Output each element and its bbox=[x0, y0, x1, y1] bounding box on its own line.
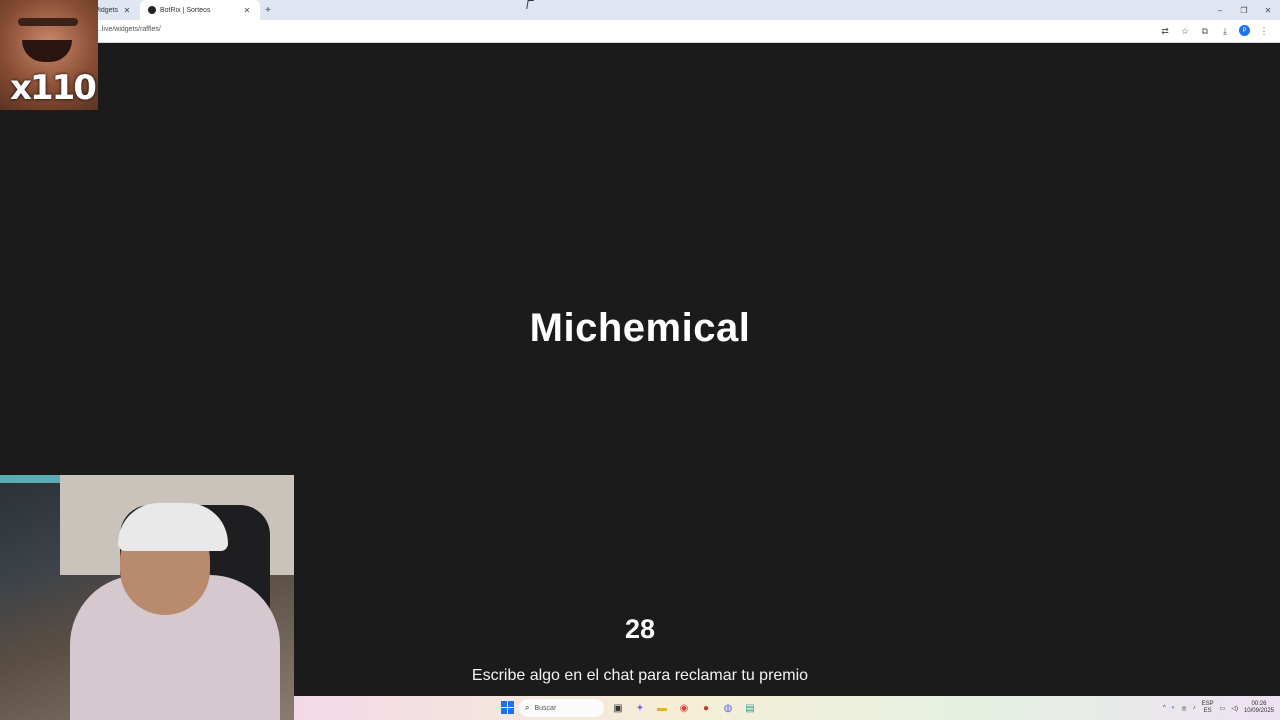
profile-icon[interactable]: P bbox=[1239, 25, 1250, 36]
copilot-icon[interactable]: ✦ bbox=[631, 699, 649, 717]
language-indicator[interactable]: ESP ES bbox=[1202, 701, 1214, 715]
app-icon[interactable]: ● bbox=[697, 699, 715, 717]
minimize-button[interactable]: – bbox=[1208, 0, 1232, 20]
discord-icon[interactable]: ◍ bbox=[719, 699, 737, 717]
screen: Widgets ✕ BotRix | Sorteos ✕ + – ❐ ✕ ...… bbox=[0, 0, 1280, 720]
url-field[interactable]: ...live/widgets/raffles/ bbox=[96, 26, 161, 33]
streamer-cap bbox=[118, 503, 228, 551]
search-icon: ⌕ bbox=[525, 703, 530, 712]
download-icon[interactable]: ⤓ bbox=[1217, 23, 1233, 39]
windows-taskbar: ⌕ Buscar ▣ ✦ ▬ ◉ ● ◍ ▤ ^ ◐ ◎ ♪ ESP ES ▭ … bbox=[294, 696, 1280, 720]
microphone-icon[interactable]: ♪ bbox=[1193, 705, 1196, 711]
windows-start-icon[interactable] bbox=[501, 701, 514, 714]
botrix-favicon-icon bbox=[148, 6, 156, 14]
restore-button[interactable]: ❐ bbox=[1232, 0, 1256, 20]
notepad-icon[interactable]: ▤ bbox=[741, 699, 759, 717]
winner-name: Michemical bbox=[529, 306, 751, 350]
close-icon[interactable]: ✕ bbox=[242, 6, 252, 15]
webcam-overlay bbox=[0, 475, 294, 720]
browser-tab-bar: Widgets ✕ BotRix | Sorteos ✕ + – ❐ ✕ bbox=[0, 0, 1280, 20]
language-region: ES bbox=[1203, 708, 1212, 714]
system-tray: ^ ◐ ◎ ♪ ESP ES ▭ ◁) 00:26 10/09/2025 bbox=[1163, 696, 1274, 720]
discord-tray-icon[interactable]: ◎ bbox=[1181, 705, 1186, 712]
emote-overlay: x110 bbox=[0, 0, 98, 110]
emote-count: x110 bbox=[10, 68, 97, 108]
new-tab-button[interactable]: + bbox=[260, 5, 276, 16]
file-explorer-icon[interactable]: ▬ bbox=[653, 699, 671, 717]
clock-time: 00:26 bbox=[1251, 701, 1267, 707]
volume-icon[interactable]: ◁) bbox=[1231, 705, 1238, 712]
clock[interactable]: 00:26 10/09/2025 bbox=[1244, 701, 1274, 715]
close-icon[interactable]: ✕ bbox=[122, 6, 132, 15]
tab-botrix-sorteos[interactable]: BotRix | Sorteos ✕ bbox=[140, 0, 260, 20]
extensions-icon[interactable]: ⧉ bbox=[1197, 23, 1213, 39]
edge-icon[interactable]: ◐ bbox=[1172, 705, 1176, 711]
taskbar-search[interactable]: ⌕ Buscar bbox=[519, 699, 604, 717]
star-icon[interactable]: ☆ bbox=[1177, 23, 1193, 39]
address-bar: ...live/widgets/raffles/ ⇄ ☆ ⧉ ⤓ P ⋮ bbox=[0, 20, 1280, 43]
network-icon[interactable]: ▭ bbox=[1220, 705, 1226, 712]
menu-icon[interactable]: ⋮ bbox=[1256, 23, 1272, 39]
close-window-button[interactable]: ✕ bbox=[1256, 0, 1280, 20]
taskbar-apps: ▣ ✦ ▬ ◉ ● ◍ ▤ bbox=[609, 699, 759, 717]
chevron-up-icon[interactable]: ^ bbox=[1163, 705, 1166, 711]
language-code: ESP bbox=[1201, 701, 1214, 707]
emote-mouth bbox=[22, 40, 72, 62]
translate-icon[interactable]: ⇄ bbox=[1157, 23, 1173, 39]
emote-eyes bbox=[18, 18, 78, 26]
clock-date: 10/09/2025 bbox=[1243, 708, 1274, 714]
chrome-icon[interactable]: ◉ bbox=[675, 699, 693, 717]
browser-toolbar: ⇄ ☆ ⧉ ⤓ P ⋮ bbox=[1157, 23, 1272, 39]
search-placeholder: Buscar bbox=[534, 704, 557, 712]
window-controls: – ❐ ✕ bbox=[1208, 0, 1280, 20]
tab-label: BotRix | Sorteos bbox=[160, 6, 211, 14]
task-view-icon[interactable]: ▣ bbox=[609, 699, 627, 717]
